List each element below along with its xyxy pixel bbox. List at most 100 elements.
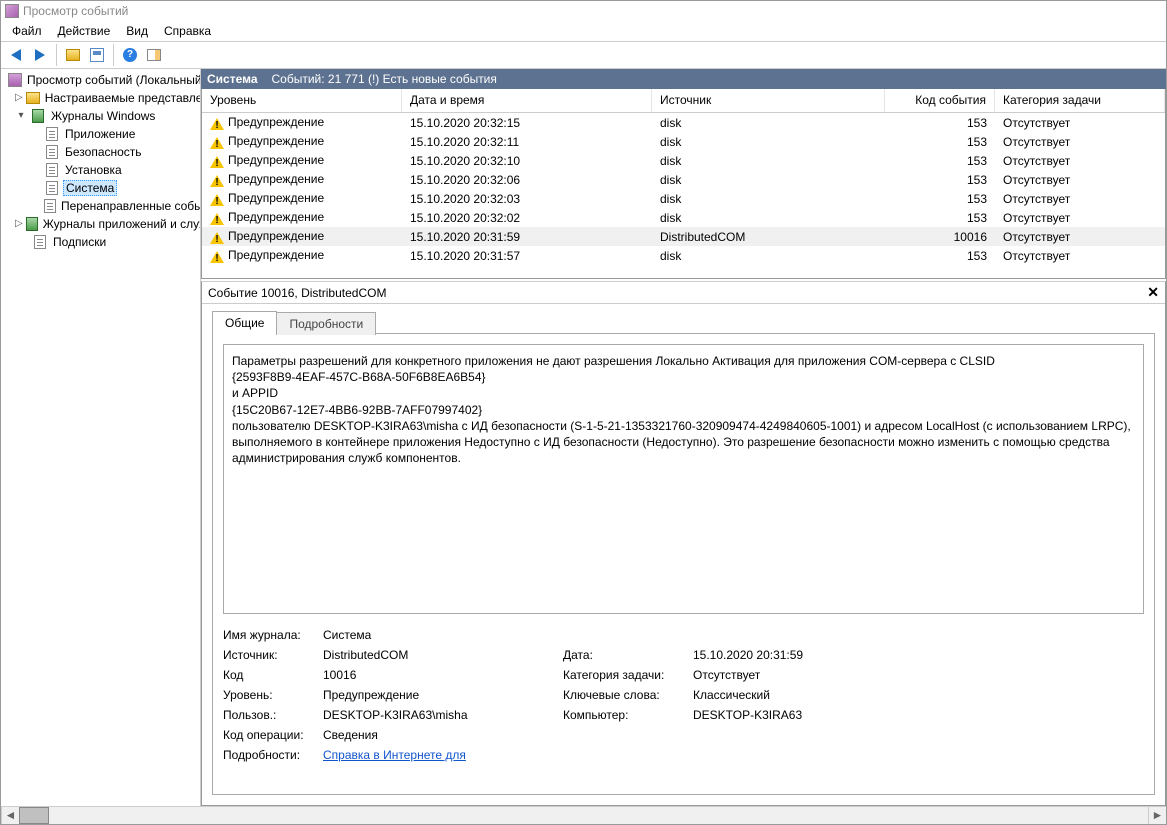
close-details-button[interactable]: ✕ <box>1147 284 1159 301</box>
log-icon <box>44 199 56 213</box>
forward-button[interactable] <box>29 44 51 66</box>
tree-security[interactable]: Безопасность <box>1 143 200 161</box>
table-row[interactable]: Предупреждение15.10.2020 20:32:11disk153… <box>202 132 1165 151</box>
menubar: Файл Действие Вид Справка <box>1 21 1166 41</box>
arrow-left-icon <box>11 49 21 61</box>
scroll-track[interactable] <box>49 807 1148 824</box>
help-icon: ? <box>123 48 137 62</box>
menu-action[interactable]: Действие <box>50 22 119 40</box>
content-header: Система Событий: 21 771 (!) Есть новые с… <box>201 69 1166 89</box>
lbl-computer: Компьютер: <box>563 708 693 722</box>
scroll-right-button[interactable]: ► <box>1148 807 1166 824</box>
lbl-logname: Имя журнала: <box>223 628 323 642</box>
log-icon <box>46 145 58 159</box>
lbl-source: Источник: <box>223 648 323 662</box>
main-area: Просмотр событий (Локальный ▷Настраиваем… <box>1 69 1166 806</box>
tree-windows-logs[interactable]: ▾Журналы Windows <box>1 107 200 125</box>
tree-subscriptions[interactable]: Подписки <box>1 233 200 251</box>
col-date[interactable]: Дата и время <box>402 89 652 112</box>
tab-details[interactable]: Подробности <box>276 312 376 335</box>
menu-view[interactable]: Вид <box>118 22 156 40</box>
val-code: 10016 <box>323 668 563 682</box>
tree-root[interactable]: Просмотр событий (Локальный <box>1 71 200 89</box>
tree-application[interactable]: Приложение <box>1 125 200 143</box>
val-user: DESKTOP-K3IRA63\misha <box>323 708 563 722</box>
details-header: Событие 10016, DistributedCOM ✕ <box>202 282 1165 304</box>
header-summary: Событий: 21 771 (!) Есть новые события <box>272 72 497 86</box>
window-button[interactable] <box>86 44 108 66</box>
lbl-code: Код <box>223 668 323 682</box>
menu-help[interactable]: Справка <box>156 22 219 40</box>
explore-button[interactable] <box>62 44 84 66</box>
col-level[interactable]: Уровень <box>202 89 402 112</box>
tab-general[interactable]: Общие <box>212 311 277 334</box>
val-opcode: Сведения <box>323 728 1144 742</box>
nav-tree[interactable]: Просмотр событий (Локальный ▷Настраиваем… <box>1 69 201 806</box>
warning-icon <box>210 249 224 263</box>
log-icon <box>46 181 58 195</box>
details-title: Событие 10016, DistributedCOM <box>208 286 386 300</box>
tree-apps-services[interactable]: ▷Журналы приложений и служб <box>1 215 200 233</box>
help-link[interactable]: Справка в Интернете для <box>323 748 466 762</box>
back-button[interactable] <box>5 44 27 66</box>
header-title: Система <box>207 72 258 86</box>
val-source: DistributedCOM <box>323 648 563 662</box>
scroll-thumb[interactable] <box>19 807 49 824</box>
col-category[interactable]: Категория задачи <box>995 89 1165 112</box>
tree-forwarded[interactable]: Перенаправленные события <box>1 197 200 215</box>
scroll-left-button[interactable]: ◄ <box>1 807 19 824</box>
details-tabs: Общие Подробности <box>202 304 1165 333</box>
bottom-scrollbar[interactable]: ◄ ► <box>1 806 1166 824</box>
log-icon <box>34 235 46 249</box>
window-icon <box>90 48 104 62</box>
val-keywords: Классический <box>693 688 1144 702</box>
warning-icon <box>210 135 224 149</box>
warning-icon <box>210 116 224 130</box>
val-computer: DESKTOP-K3IRA63 <box>693 708 1144 722</box>
table-row[interactable]: Предупреждение15.10.2020 20:31:57disk153… <box>202 246 1165 265</box>
log-icon <box>46 127 58 141</box>
table-row[interactable]: Предупреждение15.10.2020 20:32:15disk153… <box>202 113 1165 132</box>
col-source[interactable]: Источник <box>652 89 885 112</box>
panel-button[interactable] <box>143 44 165 66</box>
lbl-keywords: Ключевые слова: <box>563 688 693 702</box>
window-title: Просмотр событий <box>23 4 128 18</box>
table-row[interactable]: Предупреждение15.10.2020 20:31:59Distrib… <box>202 227 1165 246</box>
table-row[interactable]: Предупреждение15.10.2020 20:32:10disk153… <box>202 151 1165 170</box>
book-icon <box>32 109 44 123</box>
table-row[interactable]: Предупреждение15.10.2020 20:32:02disk153… <box>202 208 1165 227</box>
col-code[interactable]: Код события <box>885 89 995 112</box>
grid-body[interactable]: Предупреждение15.10.2020 20:32:15disk153… <box>202 113 1165 278</box>
help-button[interactable]: ? <box>119 44 141 66</box>
warning-icon <box>210 211 224 225</box>
lbl-taskcat: Категория задачи: <box>563 668 693 682</box>
warning-icon <box>210 230 224 244</box>
details-pane: Событие 10016, DistributedCOM ✕ Общие По… <box>201 281 1166 806</box>
tree-custom-views[interactable]: ▷Настраиваемые представления <box>1 89 200 107</box>
event-description[interactable]: Параметры разрешений для конкретного при… <box>223 344 1144 614</box>
lbl-date: Дата: <box>563 648 693 662</box>
menu-file[interactable]: Файл <box>4 22 50 40</box>
folder-icon <box>26 92 40 104</box>
table-row[interactable]: Предупреждение15.10.2020 20:32:06disk153… <box>202 170 1165 189</box>
app-icon <box>5 4 19 18</box>
val-level: Предупреждение <box>323 688 563 702</box>
titlebar[interactable]: Просмотр событий <box>1 1 1166 21</box>
val-logname: Система <box>323 628 1144 642</box>
val-taskcat: Отсутствует <box>693 668 1144 682</box>
tree-system[interactable]: Система <box>1 179 200 197</box>
eventviewer-icon <box>8 73 22 87</box>
grid-header: Уровень Дата и время Источник Код событи… <box>202 89 1165 113</box>
separator <box>113 44 114 66</box>
tree-setup[interactable]: Установка <box>1 161 200 179</box>
event-grid: Уровень Дата и время Источник Код событи… <box>201 89 1166 279</box>
warning-icon <box>210 192 224 206</box>
details-body: Параметры разрешений для конкретного при… <box>212 333 1155 795</box>
toolbar: ? <box>1 41 1166 69</box>
panel-icon <box>147 49 161 61</box>
warning-icon <box>210 154 224 168</box>
val-date: 15.10.2020 20:31:59 <box>693 648 1144 662</box>
content-pane: Система Событий: 21 771 (!) Есть новые с… <box>201 69 1166 806</box>
event-meta: Имя журнала:Система Источник:Distributed… <box>223 628 1144 762</box>
table-row[interactable]: Предупреждение15.10.2020 20:32:03disk153… <box>202 189 1165 208</box>
